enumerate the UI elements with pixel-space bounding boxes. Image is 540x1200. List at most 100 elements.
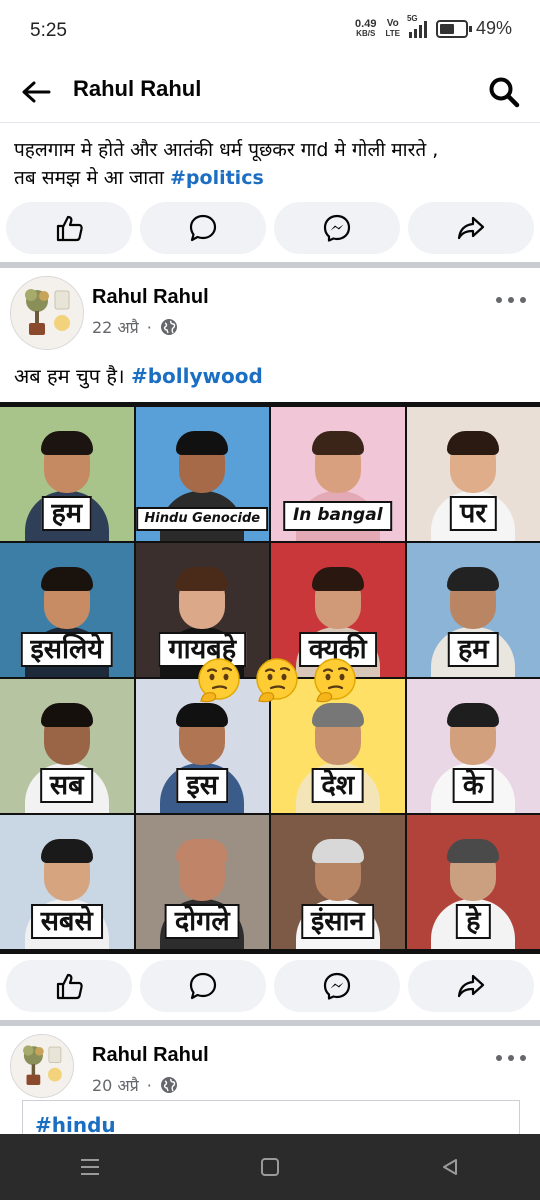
meme-word: हम: [448, 631, 499, 667]
meta-separator: ·: [146, 1075, 152, 1095]
signal-bar: [413, 28, 417, 38]
recents-button[interactable]: [70, 1147, 110, 1187]
more-dot: [496, 1055, 502, 1061]
status-bar: 5:25 0.49 KB/S Vo LTE 5G 49%: [0, 0, 540, 62]
meme-word: इस: [176, 767, 229, 803]
share-icon: [457, 974, 485, 998]
meme-cell: In bangal: [271, 407, 405, 541]
globe-icon: [160, 319, 177, 335]
hashtag-bollywood[interactable]: #bollywood: [131, 364, 263, 388]
app-header: Rahul Rahul: [0, 62, 540, 123]
post-divider: [0, 262, 540, 268]
signal-bar: [408, 31, 412, 38]
network-speed-value: 0.49: [355, 17, 377, 30]
meme-word: हम: [41, 495, 92, 531]
volte-indicator: Vo LTE: [385, 17, 400, 39]
post-author[interactable]: Rahul Rahul: [92, 286, 209, 309]
globe-icon: [160, 1077, 177, 1093]
comment-button[interactable]: [140, 960, 266, 1012]
previous-post-line-1: पहलगाम मे होते और आतंकी धर्म पूछकर गाd म…: [14, 139, 439, 161]
network-speed: 0.49 KB/S: [355, 17, 377, 39]
post-image[interactable]: हम Hindu Genocide In bangal पर इसलिये गा…: [0, 402, 540, 954]
messenger-button[interactable]: [274, 960, 400, 1012]
system-back-button[interactable]: [430, 1147, 470, 1187]
previous-post-line-2-text: तब समझ मे आ जाता: [14, 167, 170, 189]
post-header: Rahul Rahul 22 अप्रै ·: [0, 276, 540, 356]
meta-separator: ·: [146, 317, 152, 337]
comment-icon: [189, 972, 217, 1000]
hashtag-politics[interactable]: #politics: [170, 167, 264, 189]
meme-cell: हम: [406, 543, 540, 677]
signal-bar: [423, 20, 427, 38]
messenger-button[interactable]: [274, 202, 400, 254]
more-options-button[interactable]: [496, 290, 526, 310]
meme-word: हे: [456, 903, 491, 939]
volte-bottom: LTE: [385, 28, 400, 38]
network-type: 5G: [406, 13, 418, 23]
thinking-face-emoji: [314, 658, 356, 703]
signal-icon: 5G: [407, 14, 427, 38]
previous-post-line-2: तब समझ मे आ जाता #politics: [14, 164, 524, 192]
thinking-emoji-row: [193, 657, 363, 709]
post-caption: अब हम चुप है। #bollywood: [14, 362, 263, 389]
meme-cell: इसलिये: [0, 543, 134, 677]
meme-word: सबसे: [30, 903, 103, 939]
share-button[interactable]: [408, 960, 534, 1012]
more-dot: [520, 1055, 526, 1061]
meme-word: इंसान: [301, 903, 375, 939]
back-button[interactable]: [18, 74, 54, 110]
meme-cell: हे: [406, 815, 540, 949]
battery-fill: [439, 23, 454, 34]
like-button[interactable]: [6, 202, 132, 254]
share-icon: [457, 216, 485, 240]
meme-cell: पर: [406, 407, 540, 541]
meme-cell: सबसे: [0, 815, 134, 949]
home-button[interactable]: [250, 1147, 290, 1187]
meme-word: दोगले: [164, 903, 240, 939]
share-button[interactable]: [408, 202, 534, 254]
battery-percent: 49%: [475, 18, 512, 38]
post-date[interactable]: 22 अप्रै: [92, 316, 139, 338]
post-date[interactable]: 20 अप्रै: [92, 1074, 139, 1096]
menu-lines-icon: [81, 1159, 99, 1175]
meme-word: देश: [311, 767, 365, 803]
more-options-button[interactable]: [496, 1048, 526, 1068]
previous-post-cut-line: [14, 122, 524, 136]
system-nav-bar: [0, 1134, 540, 1200]
arrow-left-icon: [22, 81, 51, 103]
more-dot: [496, 297, 502, 303]
meme-word: In bangal: [282, 501, 393, 531]
previous-post-text: पहलगाम मे होते और आतंकी धर्म पूछकर गाd म…: [14, 124, 524, 192]
more-dot: [508, 1055, 514, 1061]
meme-cell: के: [406, 679, 540, 813]
status-time: 5:25: [30, 20, 67, 41]
more-dot: [520, 297, 526, 303]
like-button[interactable]: [6, 960, 132, 1012]
meme-cell: सब: [0, 679, 134, 813]
post-author[interactable]: Rahul Rahul: [92, 1044, 209, 1067]
previous-post-actions: [6, 202, 534, 254]
meme-cell: Hindu Genocide: [135, 407, 269, 541]
thumbs-up-icon: [56, 215, 83, 242]
meme-cell: दोगले: [135, 815, 269, 949]
messenger-icon: [323, 214, 351, 242]
battery-icon: [435, 19, 468, 38]
network-speed-unit: KB/S: [356, 28, 376, 38]
square-home-icon: [261, 1158, 279, 1176]
meme-word: के: [452, 767, 494, 803]
search-button[interactable]: [484, 72, 524, 112]
signal-bar: [418, 24, 422, 38]
volte-top: Vo: [386, 17, 399, 29]
meme-word: इसलिये: [20, 631, 113, 667]
thinking-face-emoji: [256, 658, 298, 703]
comment-button[interactable]: [140, 202, 266, 254]
meme-word: Hindu Genocide: [136, 507, 269, 531]
battery-cap: [468, 25, 472, 32]
avatar[interactable]: [10, 1034, 74, 1098]
post-divider: [0, 1020, 540, 1026]
avatar[interactable]: [10, 276, 84, 350]
meme-word: पर: [450, 495, 497, 531]
avatar-image: [11, 277, 83, 349]
meme-cell: इंसान: [271, 815, 405, 949]
meme-word: सब: [39, 767, 94, 803]
